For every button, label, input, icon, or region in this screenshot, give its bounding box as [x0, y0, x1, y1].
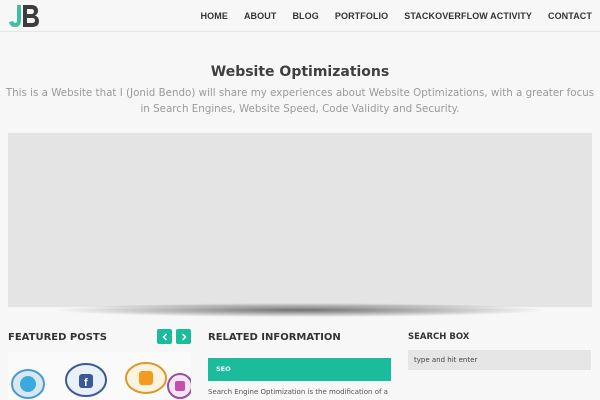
site-header: HOME ABOUT BLOG PORTFOLIO STACKOVERFLOW …	[0, 0, 600, 32]
seo-tab-label: SEO	[216, 365, 231, 373]
nav-contact[interactable]: CONTACT	[540, 11, 600, 21]
seo-description: Search Engine Optimization is the modifi…	[208, 388, 388, 396]
page-title: Website Optimizations	[210, 64, 390, 80]
hero-banner	[8, 133, 592, 307]
featured-posts-title: FEATURED POSTS	[8, 332, 107, 343]
nav-stackoverflow-activity[interactable]: STACKOVERFLOW ACTIVITY	[396, 11, 540, 21]
search-input[interactable]	[408, 350, 591, 370]
related-information-title: RELATED INFORMATION	[208, 332, 341, 343]
subtitle-line-1: This is a Website that I (Jonid Bendo) w…	[5, 87, 595, 99]
featured-next-button[interactable]	[176, 329, 191, 344]
chevron-right-icon	[181, 332, 187, 341]
nav-portfolio[interactable]: PORTFOLIO	[327, 11, 396, 21]
main-nav: HOME ABOUT BLOG PORTFOLIO STACKOVERFLOW …	[193, 0, 600, 32]
nav-blog[interactable]: BLOG	[284, 11, 326, 21]
subtitle-line-2: in Search Engines, Website Speed, Code V…	[140, 103, 460, 115]
featured-post-image[interactable]: f	[8, 352, 191, 400]
site-logo[interactable]	[8, 3, 40, 29]
svg-text:f: f	[84, 377, 88, 389]
search-box-title: SEARCH BOX	[408, 332, 470, 342]
nav-about[interactable]: ABOUT	[236, 11, 285, 21]
chevron-left-icon	[161, 332, 167, 341]
nav-home[interactable]: HOME	[193, 11, 236, 21]
page-subtitle: This is a Website that I (Jonid Bendo) w…	[0, 85, 600, 117]
social-bubbles-illustration: f	[11, 362, 191, 399]
seo-tab[interactable]: SEO	[208, 358, 391, 381]
banner-shadow	[60, 303, 540, 317]
featured-prev-button[interactable]	[157, 329, 172, 344]
